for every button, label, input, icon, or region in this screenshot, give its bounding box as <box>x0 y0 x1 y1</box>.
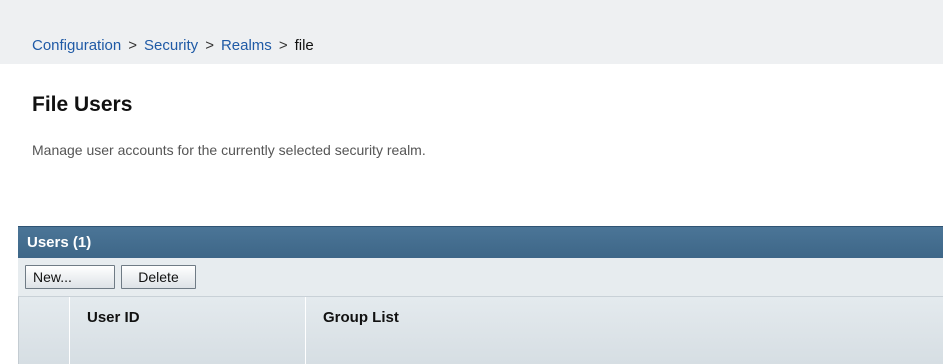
breadcrumb-separator: > <box>278 37 288 54</box>
file-users-page: Configuration > Security > Realms > file File … <box>0 0 943 364</box>
breadcrumb-current: file <box>294 37 314 54</box>
column-header-group-list[interactable]: Group List <box>306 297 943 364</box>
page-title: File Users <box>32 93 133 116</box>
column-header-label: Group List <box>323 309 399 326</box>
users-table-column-headers: User ID Group List <box>18 297 943 364</box>
breadcrumb: Configuration > Security > Realms > file <box>32 37 314 55</box>
delete-user-button[interactable]: Delete <box>121 265 196 289</box>
breadcrumb-link-security[interactable]: Security <box>144 37 198 54</box>
column-header-user-id[interactable]: User ID <box>70 297 306 364</box>
breadcrumb-bar: Configuration > Security > Realms > file <box>0 0 943 64</box>
users-table-header: Users (1) <box>18 226 943 259</box>
breadcrumb-separator: > <box>205 37 214 54</box>
page-description: Manage user accounts for the currently s… <box>32 142 426 158</box>
breadcrumb-separator: > <box>128 37 137 54</box>
users-table-toolbar: New... Delete <box>18 258 943 297</box>
select-column-header[interactable] <box>18 297 70 364</box>
column-header-label: User ID <box>87 309 140 326</box>
new-user-button[interactable]: New... <box>25 265 115 289</box>
users-table-title: Users (1) <box>27 234 92 251</box>
users-table-panel: Users (1) New... Delete User ID Group Li… <box>18 226 943 364</box>
breadcrumb-link-configuration[interactable]: Configuration <box>32 37 121 54</box>
breadcrumb-link-realms[interactable]: Realms <box>221 37 272 54</box>
